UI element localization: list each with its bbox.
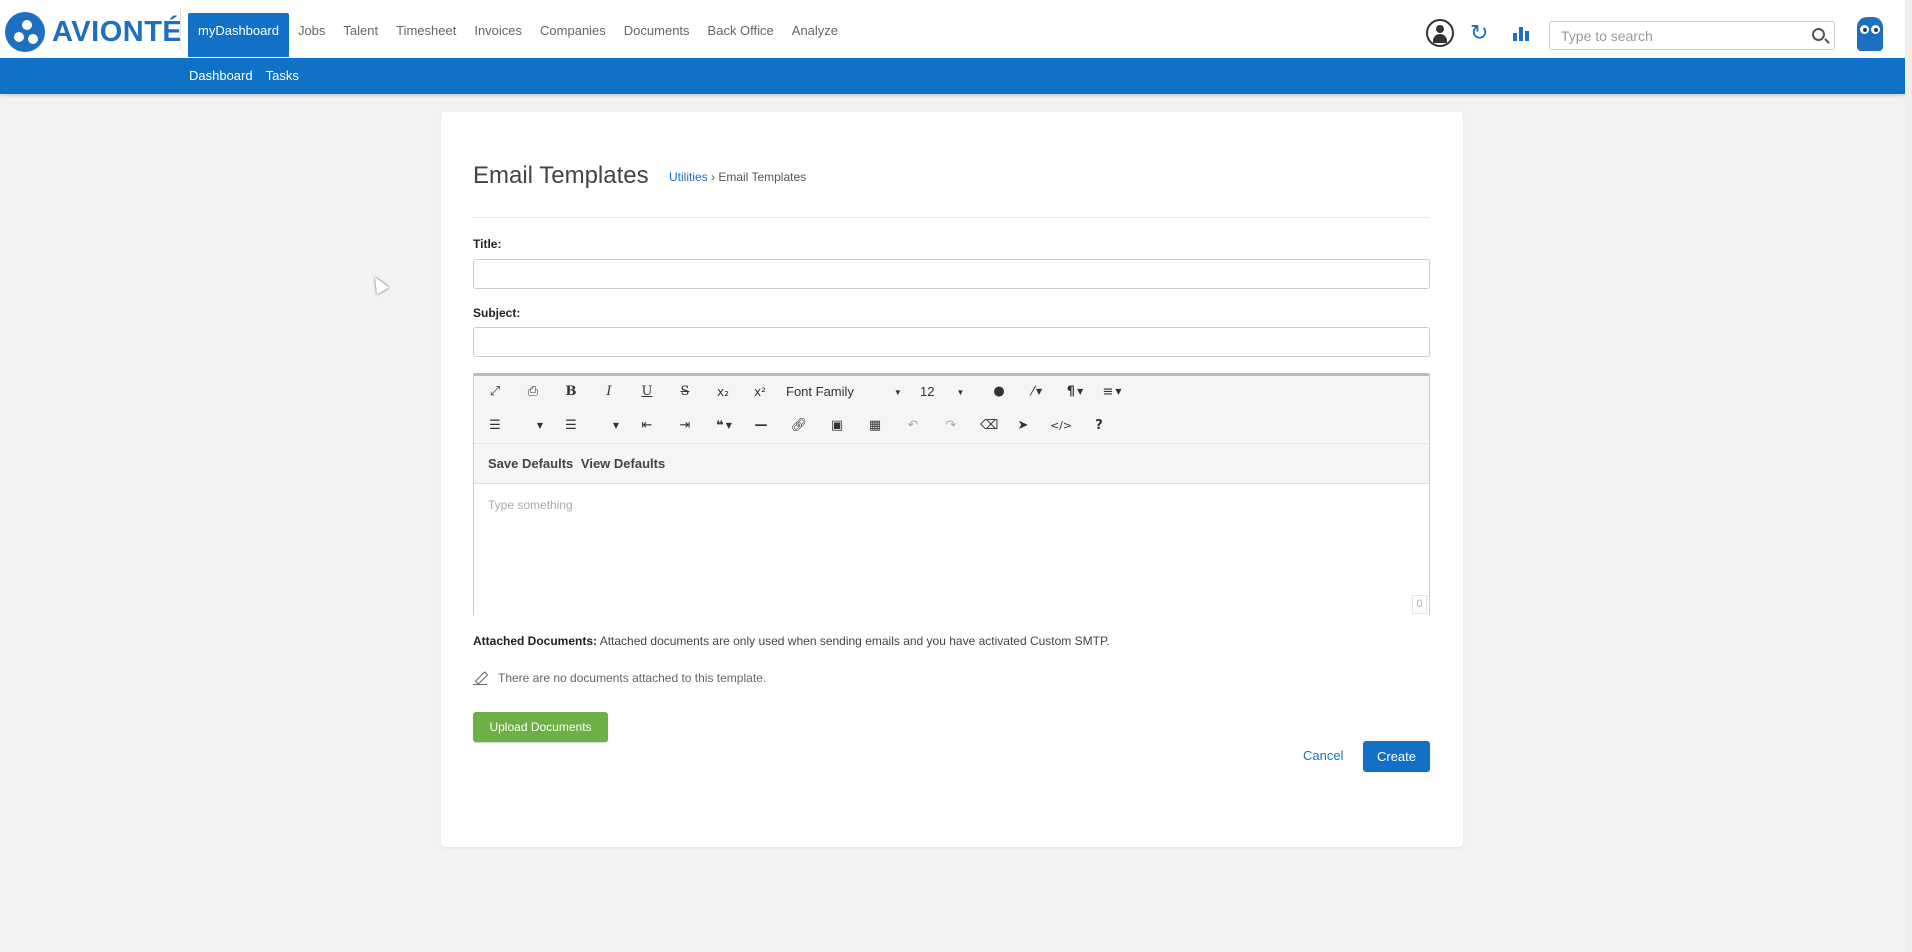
align-icon[interactable]: ≡ ▼ — [1098, 381, 1126, 403]
top-navbar: AVIONTÉ myDashboard Jobs Talent Timeshee… — [0, 0, 1905, 58]
paragraph-icon[interactable]: ¶ ▼ — [1062, 381, 1088, 403]
nav-item-documents[interactable]: Documents — [615, 13, 699, 57]
editor-toolbar: ⤢ ⎙ B I U S x₂ x² Font Family ▼ 12 ▼ ● ⁄ ▼ … — [474, 376, 1429, 484]
editor-content-area[interactable]: Type something 0 — [474, 485, 1429, 616]
user-icon[interactable] — [1426, 19, 1454, 47]
magic-wand-icon[interactable]: ⁄ ▼ — [1024, 381, 1050, 403]
toolbar-divider — [474, 443, 1429, 444]
brand-name: AVIONTÉ — [52, 15, 183, 48]
expand-icon[interactable]: ⤢ — [486, 381, 504, 403]
title-label: Title: — [473, 237, 502, 251]
title-input[interactable] — [473, 259, 1430, 289]
nav-item-companies[interactable]: Companies — [531, 13, 615, 57]
subscript-icon[interactable]: x₂ — [714, 381, 732, 403]
sub-nav: Dashboard Tasks — [189, 58, 312, 94]
no-documents-message: There are no documents attached to this … — [473, 671, 766, 685]
owl-logo-icon[interactable] — [1857, 17, 1883, 51]
color-drop-icon[interactable]: ● — [990, 381, 1008, 403]
nav-item-talent[interactable]: Talent — [334, 13, 387, 57]
cancel-button[interactable]: Cancel — [1303, 748, 1343, 763]
nav-item-invoices[interactable]: Invoices — [465, 13, 531, 57]
chevron-down-icon: ▼ — [956, 387, 965, 397]
chevron-down-icon[interactable]: ▼ — [610, 415, 620, 437]
font-family-select[interactable]: Font Family ▼ — [786, 381, 902, 403]
ordered-list-icon[interactable]: ☰ — [486, 415, 504, 437]
page-title: Email Templates — [473, 162, 649, 189]
bar-chart-icon[interactable] — [1513, 27, 1531, 41]
font-family-value: Font Family — [786, 384, 854, 399]
breadcrumb-current: Email Templates — [718, 170, 807, 184]
breadcrumb: Utilities › Email Templates — [669, 170, 806, 184]
editor-placeholder: Type something — [488, 498, 573, 512]
code-view-icon[interactable]: </> — [1050, 415, 1072, 437]
font-size-value: 12 — [920, 384, 935, 399]
main-nav: myDashboard Jobs Talent Timesheet Invoic… — [188, 13, 847, 57]
outdent-icon[interactable]: ⇤ — [638, 415, 656, 437]
breadcrumb-separator: › — [707, 170, 719, 184]
nav-item-analyze[interactable]: Analyze — [783, 13, 847, 57]
strikethrough-icon[interactable]: S — [676, 381, 694, 403]
nav-item-back-office[interactable]: Back Office — [699, 13, 783, 57]
rich-text-editor: ⤢ ⎙ B I U S x₂ x² Font Family ▼ 12 ▼ ● ⁄ ▼ … — [473, 373, 1430, 616]
search-box — [1549, 21, 1835, 50]
breadcrumb-link-utilities[interactable]: Utilities — [669, 170, 708, 184]
nav-item-mydashboard[interactable]: myDashboard — [188, 13, 289, 57]
bold-icon[interactable]: B — [562, 381, 580, 403]
defaults-links: Save Defaults View Defaults — [488, 456, 669, 471]
search-icon[interactable] — [1812, 28, 1825, 41]
image-icon[interactable]: ▣ — [828, 415, 846, 437]
attached-documents-text: Attached documents are only used when se… — [597, 634, 1110, 648]
indent-icon[interactable]: ⇥ — [676, 415, 694, 437]
undo-icon[interactable]: ↶ — [904, 415, 922, 437]
toolbar-row-1: ⤢ ⎙ B I U S x₂ x² Font Family ▼ 12 ▼ ● ⁄ ▼ … — [474, 376, 1429, 406]
mouse-cursor-icon — [368, 273, 390, 295]
link-icon[interactable]: 🔗︎ — [790, 415, 808, 437]
help-icon[interactable]: ? — [1090, 415, 1108, 437]
subnav-item-dashboard[interactable]: Dashboard — [189, 58, 253, 94]
underline-icon[interactable]: U — [638, 381, 656, 403]
brand-logo[interactable]: AVIONTÉ — [5, 12, 182, 52]
email-template-card: Email Templates Utilities › Email Templa… — [441, 112, 1463, 847]
search-input[interactable] — [1561, 22, 1801, 49]
title-divider — [473, 217, 1430, 218]
view-defaults-button[interactable]: View Defaults — [581, 456, 665, 471]
attached-documents-label: Attached Documents: — [473, 634, 598, 648]
create-button[interactable]: Create — [1363, 741, 1430, 772]
refresh-icon[interactable]: ↻ — [1470, 22, 1488, 44]
sub-navbar: Dashboard Tasks — [0, 58, 1905, 94]
superscript-icon[interactable]: x² — [751, 381, 769, 403]
upload-documents-button[interactable]: Upload Documents — [473, 712, 608, 742]
eraser-icon[interactable]: ⌫ — [980, 415, 998, 437]
font-size-select[interactable]: 12 ▼ — [920, 381, 964, 403]
subnav-item-tasks[interactable]: Tasks — [266, 58, 299, 94]
character-counter: 0 — [1412, 595, 1427, 614]
horizontal-rule-icon[interactable]: — — [752, 415, 770, 437]
page-scrollbar[interactable] — [1905, 0, 1912, 952]
pencil-icon[interactable] — [473, 671, 489, 685]
chevron-down-icon[interactable]: ▼ — [534, 415, 544, 437]
save-defaults-button[interactable]: Save Defaults — [488, 456, 573, 471]
toolbar-row-2: ☰ ▼ ☰ ▼ ⇤ ⇥ ❝ ▼ — 🔗︎ ▣ ▦ ↶ ↷ ⌫ ➤ </> ? — [474, 410, 1429, 440]
redo-icon[interactable]: ↷ — [942, 415, 960, 437]
subject-label: Subject: — [473, 306, 521, 320]
print-icon[interactable]: ⎙ — [524, 381, 542, 403]
avionte-logo-icon — [5, 12, 45, 52]
table-icon[interactable]: ▦ — [866, 415, 884, 437]
quote-icon[interactable]: ❝ ▼ — [710, 415, 738, 437]
nav-item-timesheet[interactable]: Timesheet — [387, 13, 465, 57]
italic-icon[interactable]: I — [600, 381, 618, 403]
unordered-list-icon[interactable]: ☰ — [562, 415, 580, 437]
no-documents-text: There are no documents attached to this … — [498, 671, 767, 685]
pointer-icon[interactable]: ➤ — [1014, 415, 1032, 437]
attached-documents-note: Attached Documents: Attached documents a… — [473, 634, 1110, 648]
nav-item-jobs[interactable]: Jobs — [289, 13, 334, 57]
chevron-down-icon: ▼ — [893, 387, 902, 397]
subject-input[interactable] — [473, 327, 1430, 357]
logo-divider — [180, 8, 181, 50]
